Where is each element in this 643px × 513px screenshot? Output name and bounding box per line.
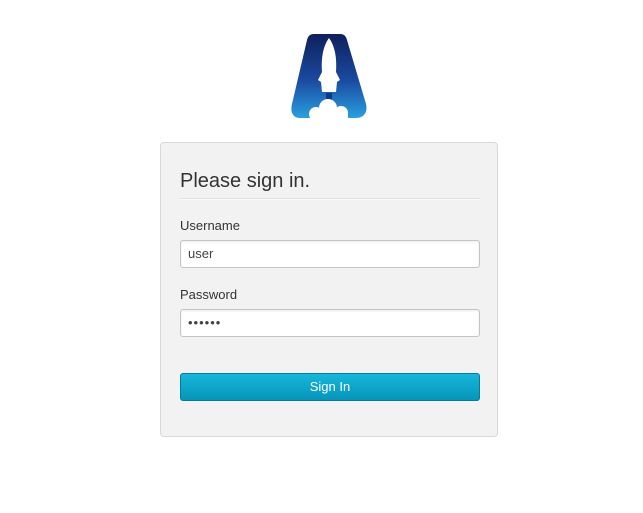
- password-label: Password: [180, 287, 238, 302]
- sign-in-button[interactable]: Sign In: [180, 373, 480, 401]
- sign-in-heading: Please sign in.: [180, 170, 311, 192]
- rocket-logo-icon: [290, 32, 368, 120]
- sign-in-card: Please sign in. Username user Password •…: [160, 142, 498, 437]
- username-label: Username: [180, 218, 240, 233]
- heading-divider: [180, 198, 480, 200]
- password-field[interactable]: ••••••: [180, 309, 480, 337]
- username-field[interactable]: user: [180, 240, 480, 268]
- login-page: Please sign in. Username user Password •…: [0, 0, 643, 513]
